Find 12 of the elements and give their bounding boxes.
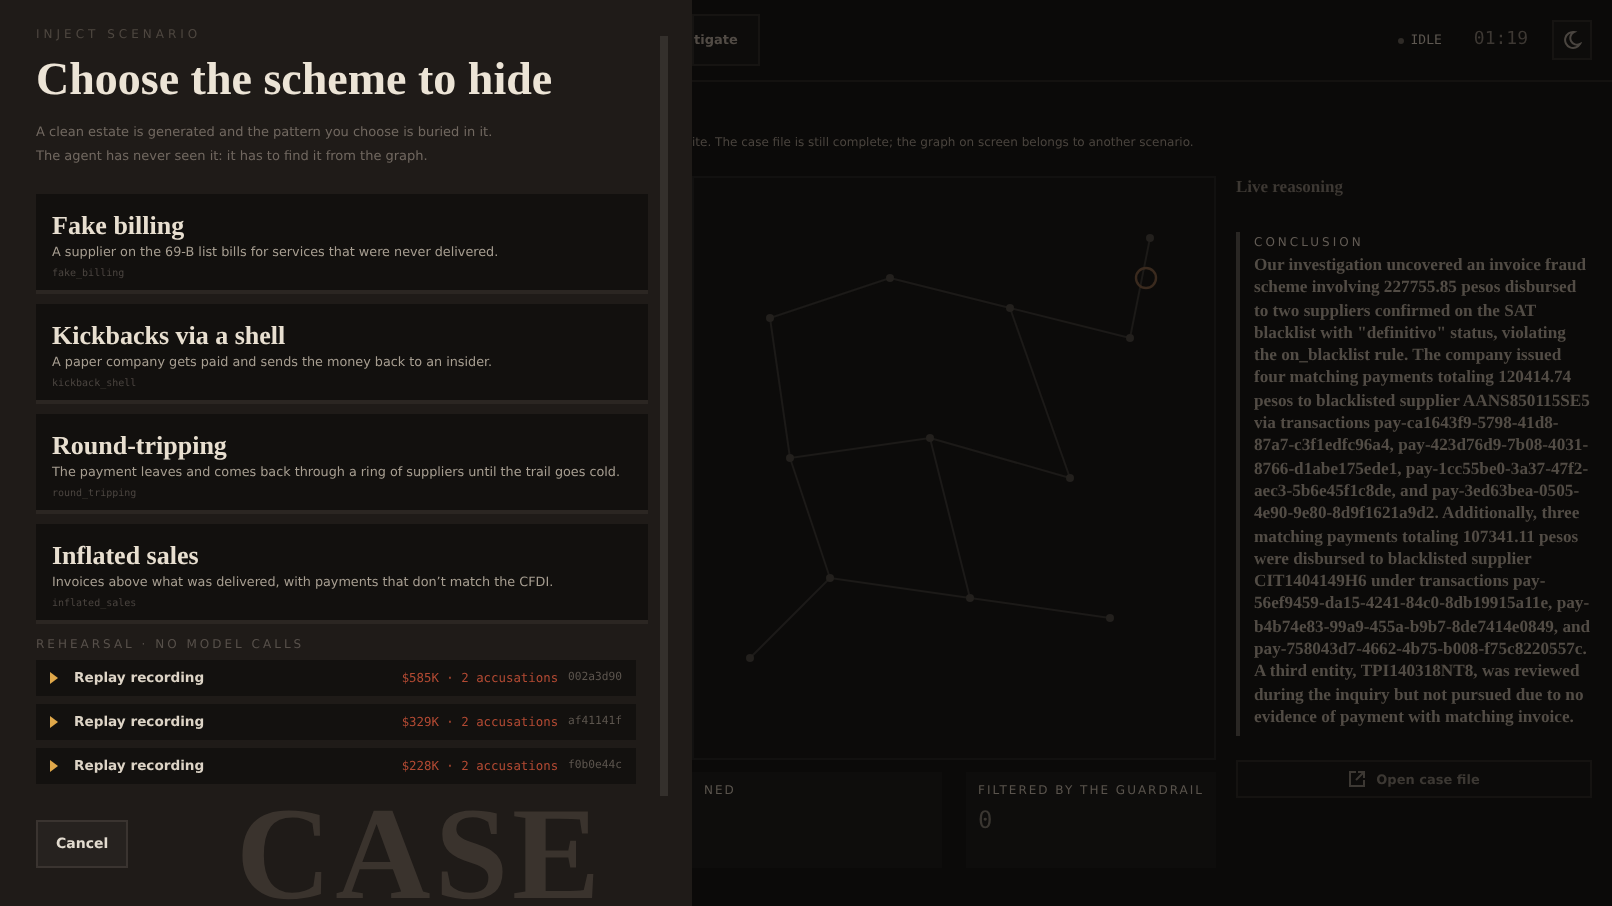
conclusion-text: Our investigation uncovered an invoice fraud scheme involving 227755.85 pesos disbursed to two suppliers confirmed on the SAT blacklist with "definitivo" status, violating the on_blacklist rule. The company issued four matching payments totaling 120414.74 pesos to blacklisted supplier AANS850115SE5 via transactions pay-ca1643f9-5798-41d8-87a7-c3f1edfc96a4, pay-423d76d9-7b08-4031-8766-d1abe175ede1, pay-1cc55be0-3a37-47f2-aec3-5b6e45f1c8de, and pay-3ed63bea-0505-4e90-9e80-8d9f1621a9d2. Additionally, three matching payments totaling 107341.11 pesos were disbursed to blacklisted supplier CIT1404149H6 under transactions pay-56ef9459-da15-4241-84c0-8db19915a11e, pay-b4b74e83-99a9-455a-b9b7-8de7414e0849, and pay-758043d7-4662-4b75-b008-f75c8220557c. A third entity, TPI140318NT8, was reviewed during the inquiry but not pursued due to no evidence of payment with matching invoice. [1254,254,1592,729]
scenario-title: Inflated sales [52,540,201,570]
play-icon [50,672,58,684]
external-link-icon [1348,770,1367,789]
scenario-title: Kickbacks via a shell [52,320,288,350]
play-icon [50,716,58,728]
scenario-title: Round-tripping [52,430,229,460]
scenario-title: Fake billing [52,210,187,240]
moon-icon[interactable] [1552,20,1592,60]
play-icon [50,760,58,772]
status-dot-icon [1398,37,1405,43]
dialog-title: Choose the scheme to hide [36,52,555,108]
